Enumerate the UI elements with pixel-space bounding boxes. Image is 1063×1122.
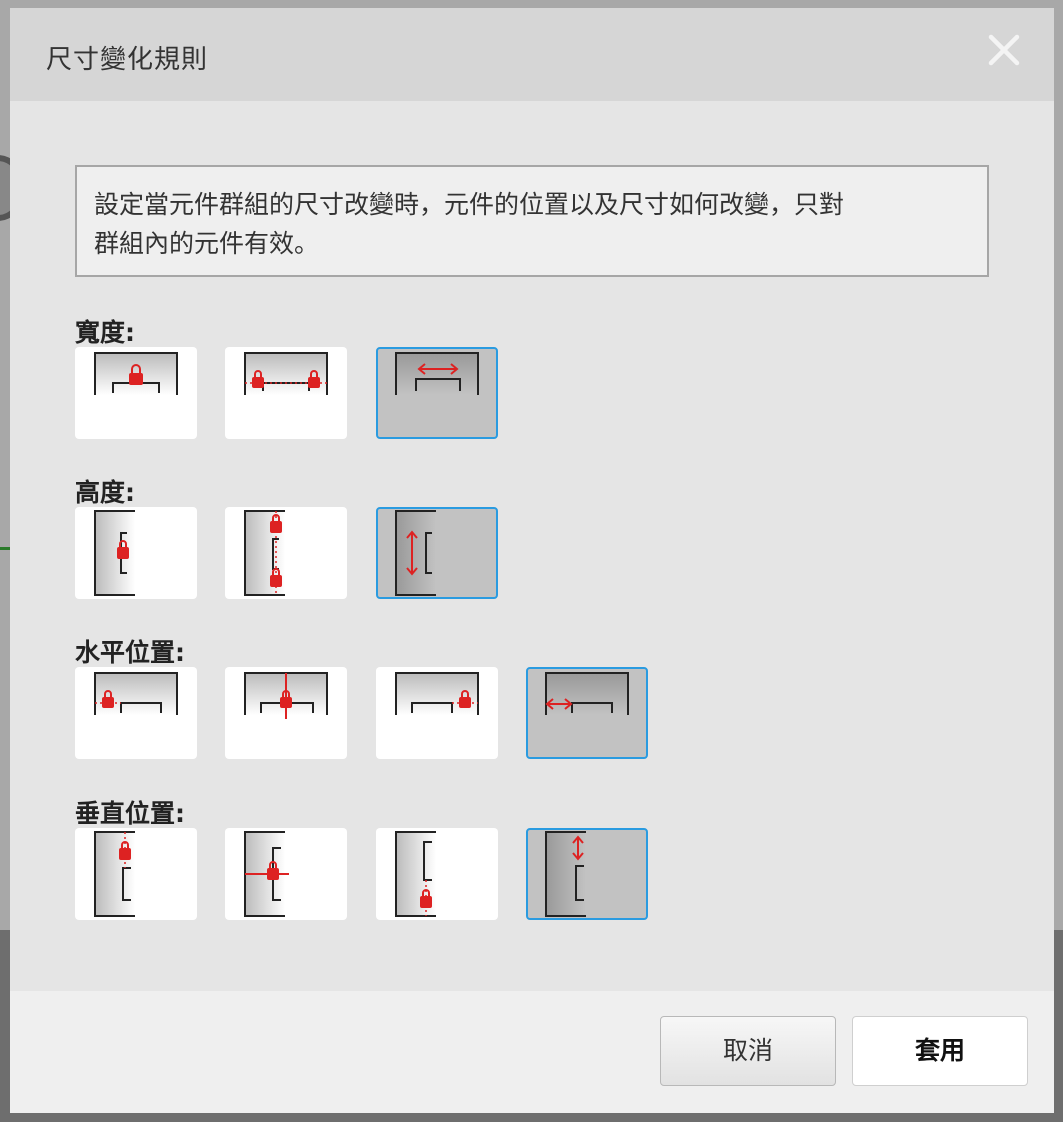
scale-vertical-icon [545, 831, 586, 917]
width-option-stretch[interactable] [376, 347, 498, 439]
horizontal-option-anchor-right[interactable] [376, 667, 498, 759]
stretch-horizontal-icon [395, 352, 479, 395]
horizontal-option-anchor-left[interactable] [75, 667, 197, 759]
stretch-vertical-icon [395, 510, 436, 596]
anchor-bottom-icon [395, 831, 436, 917]
vertical-option-anchor-top[interactable] [75, 828, 197, 920]
lock-center-icon [94, 352, 178, 395]
height-option-stretch[interactable] [376, 507, 498, 599]
background-guide [0, 547, 10, 550]
anchor-center-icon [244, 672, 328, 719]
height-option-lock-middle[interactable] [75, 507, 197, 599]
lock-both-sides-icon [244, 352, 328, 395]
width-option-lock-center[interactable] [75, 347, 197, 439]
horizontal-option-scale[interactable] [526, 667, 648, 759]
horizontal-option-anchor-center[interactable] [225, 667, 347, 759]
description-line: 設定當元件群組的尺寸改變時，元件的位置以及尺寸如何改變，只對 [94, 190, 845, 219]
vertical-position-label: 垂直位置: [75, 799, 185, 828]
lock-middle-icon [94, 510, 135, 596]
anchor-left-icon [94, 672, 178, 715]
dialog-footer: 取消 套用 [10, 991, 1054, 1113]
anchor-right-icon [395, 672, 479, 715]
dialog-title: 尺寸變化規則 [46, 45, 209, 75]
scale-horizontal-icon [545, 672, 629, 715]
dialog-body: 設定當元件群組的尺寸改變時，元件的位置以及尺寸如何改變，只對 群組內的元件有效。… [10, 101, 1054, 991]
vertical-option-anchor-bottom[interactable] [376, 828, 498, 920]
close-icon[interactable] [984, 30, 1024, 70]
resize-rules-dialog: 尺寸變化規則 設定當元件群組的尺寸改變時，元件的位置以及尺寸如何改變，只對 群組… [10, 8, 1054, 1113]
height-option-lock-top-bottom[interactable] [225, 507, 347, 599]
height-label: 高度: [75, 478, 135, 507]
dialog-header: 尺寸變化規則 [10, 8, 1054, 101]
horizontal-position-label: 水平位置: [75, 638, 185, 667]
cancel-button[interactable]: 取消 [660, 1016, 836, 1086]
lock-top-bottom-icon [244, 510, 285, 596]
width-option-lock-both[interactable] [225, 347, 347, 439]
description-box: 設定當元件群組的尺寸改變時，元件的位置以及尺寸如何改變，只對 群組內的元件有效。 [75, 165, 989, 277]
description-line: 群組內的元件有效。 [94, 229, 320, 258]
vertical-option-scale[interactable] [526, 828, 648, 920]
vertical-option-anchor-middle[interactable] [225, 828, 347, 920]
anchor-top-icon [94, 831, 135, 917]
width-label: 寬度: [75, 318, 135, 347]
apply-button[interactable]: 套用 [852, 1016, 1028, 1086]
anchor-middle-icon [244, 831, 289, 917]
